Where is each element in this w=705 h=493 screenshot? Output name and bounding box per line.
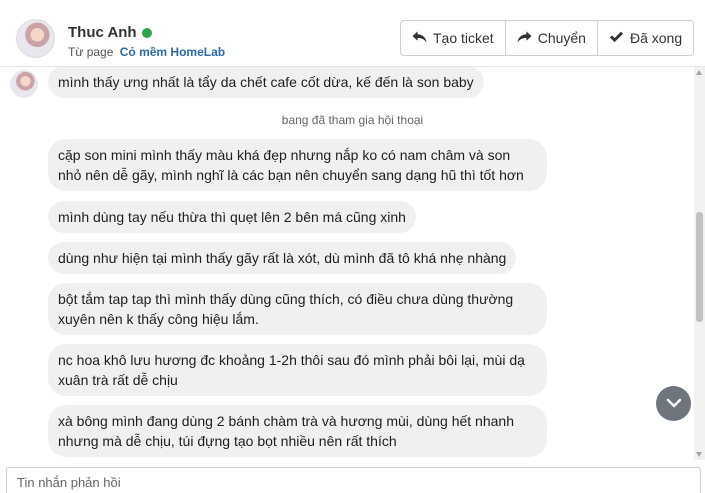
reply-input[interactable] xyxy=(6,467,701,493)
conversation-window: Thuc Anh Từ page Cỏ mềm HomeLab Tạo tick… xyxy=(0,0,705,493)
chat-scrollbar[interactable] xyxy=(694,67,705,460)
online-status-dot xyxy=(141,27,152,38)
reply-arrow-icon xyxy=(412,30,427,47)
create-ticket-label: Tạo ticket xyxy=(433,30,494,46)
message-bubble[interactable]: bột tắm tap tap thì mình thấy dùng cũng … xyxy=(48,283,547,335)
page-source: Từ page Cỏ mềm HomeLab xyxy=(68,45,225,59)
message-bubble[interactable]: mình dùng tay nếu thừa thì quẹt lên 2 bê… xyxy=(48,201,416,233)
page-prefix: Từ page xyxy=(68,45,114,59)
chevron-down-icon xyxy=(666,395,682,413)
message-text: dùng như hiện tại mình thấy gãy rất là x… xyxy=(58,250,507,266)
checkmark-icon xyxy=(609,30,624,47)
done-button[interactable]: Đã xong xyxy=(597,21,694,55)
message-text: mình dùng tay nếu thừa thì quẹt lên 2 bê… xyxy=(58,209,406,225)
page-name-link[interactable]: Cỏ mềm HomeLab xyxy=(120,45,225,59)
message-bubble[interactable]: nc hoa khô lưu hương đc khoảng 1-2h thôi… xyxy=(48,344,547,396)
message-text: cặp son mini mình thấy màu khá đẹp nhưng… xyxy=(58,147,511,163)
forward-arrow-icon xyxy=(517,30,532,47)
message-bubble[interactable]: xà bông mình đang dùng 2 bánh chàm trà v… xyxy=(48,405,547,457)
system-note: bang đã tham gia hội thoại xyxy=(281,113,424,127)
message-text: nhỏ nên dễ gãy, mình nghĩ là các bạn nên… xyxy=(58,167,524,183)
reply-area xyxy=(0,460,705,493)
create-ticket-button[interactable]: Tạo ticket xyxy=(401,21,506,55)
message-text: nhưng mà dễ chịu, túi đựng tạo bọt nhiều… xyxy=(58,433,397,449)
message-text: xuân trà rất dễ chịu xyxy=(58,372,178,388)
user-name-line: Thuc Anh xyxy=(68,24,152,41)
message-bubble[interactable]: mình thấy ưng nhất là tẩy da chết cafe c… xyxy=(48,67,484,98)
avatar[interactable] xyxy=(16,19,55,58)
message-text: xà bông mình đang dùng 2 bánh chàm trà v… xyxy=(58,413,514,429)
transfer-button[interactable]: Chuyển xyxy=(505,21,598,55)
done-label: Đã xong xyxy=(629,30,683,46)
message-bubble[interactable]: cặp son mini mình thấy màu khá đẹp nhưng… xyxy=(48,139,547,191)
scroll-to-bottom-button[interactable] xyxy=(656,386,691,421)
message-text: nc hoa khô lưu hương đc khoảng 1-2h thôi… xyxy=(58,352,525,368)
message-text: mình thấy ưng nhất là tẩy da chết cafe c… xyxy=(58,74,474,90)
scroll-up-arrow-icon[interactable] xyxy=(696,70,702,75)
scrollbar-thumb[interactable] xyxy=(696,212,703,322)
message-text: xuyên nên k thấy công hiệu lắm. xyxy=(58,311,259,327)
transfer-label: Chuyển xyxy=(537,30,586,46)
avatar xyxy=(10,70,38,98)
scroll-down-arrow-icon[interactable] xyxy=(696,452,702,457)
message-list: mình thấy ưng nhất là tẩy da chết cafe c… xyxy=(0,67,705,460)
message-bubble[interactable]: dùng như hiện tại mình thấy gãy rất là x… xyxy=(48,242,517,274)
conversation-header: Thuc Anh Từ page Cỏ mềm HomeLab Tạo tick… xyxy=(0,0,705,67)
header-action-group: Tạo ticket Chuyển Đã xong xyxy=(400,20,695,56)
message-text: bột tắm tap tap thì mình thấy dùng cũng … xyxy=(58,291,514,307)
user-name[interactable]: Thuc Anh xyxy=(68,24,137,41)
